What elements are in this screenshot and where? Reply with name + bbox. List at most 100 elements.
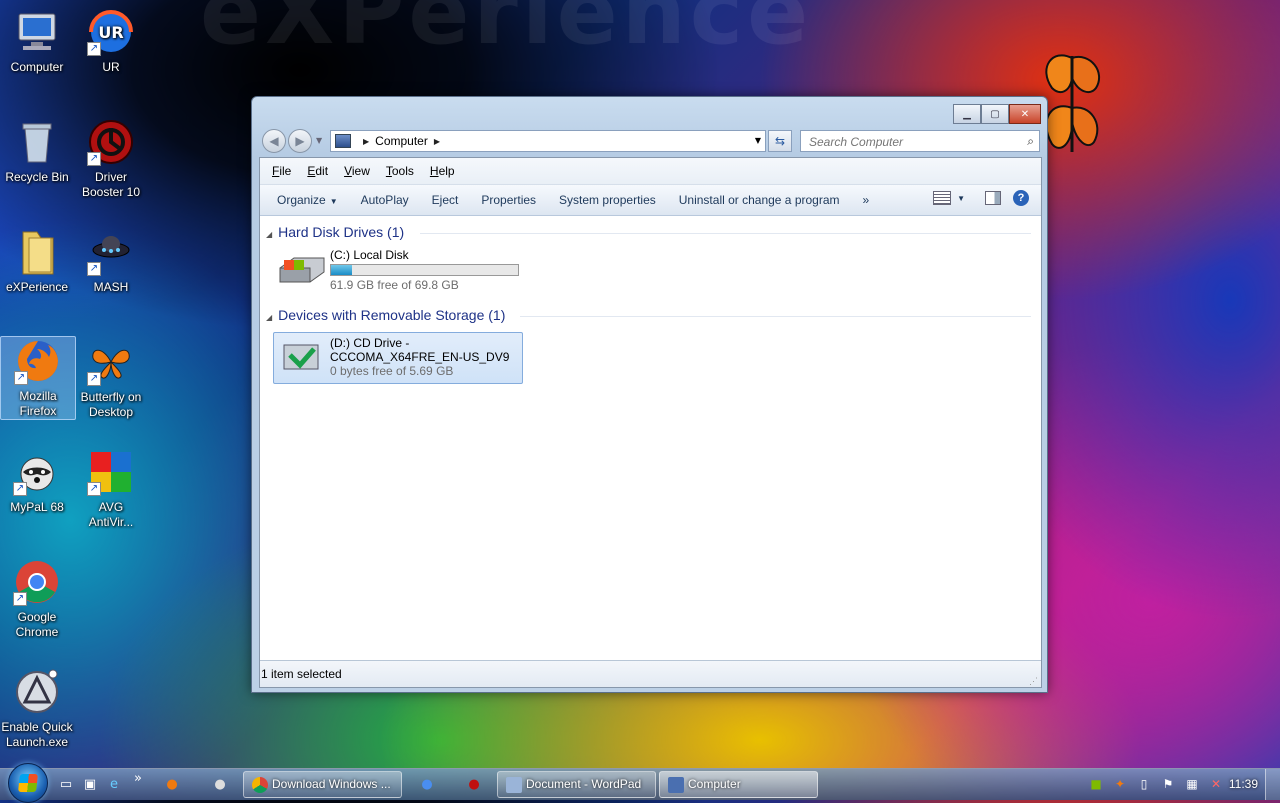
document-tray-icon[interactable]: ▯	[1136, 776, 1152, 792]
desktop-icon-firefox[interactable]: ↗ Mozilla Firefox	[0, 336, 76, 420]
desktop-icon-computer[interactable]: Computer	[0, 8, 74, 75]
autoplay-button[interactable]: AutoPlay	[354, 193, 416, 207]
show-desktop-button[interactable]	[1265, 769, 1280, 800]
uninstall-program-button[interactable]: Uninstall or change a program	[672, 193, 847, 207]
wordpad-icon	[506, 777, 522, 793]
desktop-icon-quick-launch[interactable]: Enable Quick Launch.exe	[0, 668, 74, 750]
group-hard-disk-drives[interactable]: ◢ Hard Disk Drives (1)	[260, 224, 1041, 240]
properties-button[interactable]: Properties	[474, 193, 543, 207]
driver-booster-taskbar-icon[interactable]: ●	[466, 777, 482, 793]
raccoon-taskbar-icon[interactable]: ●	[212, 777, 228, 793]
icon-label: MyPaL 68	[10, 500, 64, 514]
chrome-icon: ↗	[13, 558, 61, 606]
back-button[interactable]: ◀	[262, 129, 286, 153]
maximize-button[interactable]: ▢	[981, 104, 1009, 124]
drive-c[interactable]: (C:) Local Disk 61.9 GB free of 69.8 GB	[276, 248, 536, 292]
address-bar[interactable]: ▶ Computer ▶ ▼	[330, 130, 766, 152]
organize-button[interactable]: Organize ▼	[270, 193, 345, 207]
desktop-icon-avg[interactable]: ↗ AVG AntiVir...	[74, 448, 148, 530]
shortcut-arrow-icon: ↗	[87, 152, 101, 166]
breadcrumb-computer[interactable]: Computer	[375, 134, 428, 148]
breadcrumb-separator-icon: ▶	[363, 136, 370, 146]
clock[interactable]: 11:39	[1229, 769, 1258, 800]
desktop-icon-mypal[interactable]: ↗ MyPaL 68	[0, 448, 74, 515]
system-tray: ■ ✦ ▯ ⚑ ▦ ✕	[1080, 776, 1224, 792]
system-properties-button[interactable]: System properties	[552, 193, 663, 207]
driver-booster-icon: ↗	[87, 118, 135, 166]
hard-drive-icon	[279, 257, 325, 283]
show-desktop-quicklaunch-icon[interactable]: ▭	[58, 777, 74, 793]
drive-d-info: (D:) CD Drive - CCCOMA_X64FRE_EN-US_DV9 …	[330, 336, 509, 378]
task-wordpad[interactable]: Document - WordPad	[497, 771, 656, 798]
drive-volume-label: CCCOMA_X64FRE_EN-US_DV9	[330, 350, 510, 364]
breadcrumb-separator-icon[interactable]: ▶	[434, 137, 440, 146]
shortcut-arrow-icon: ↗	[87, 482, 101, 496]
recent-pages-chevron-icon[interactable]: ▼	[316, 136, 322, 145]
resize-grip-icon[interactable]: ⋰	[1029, 676, 1038, 686]
navigation-bar: ◀ ▶ ▼ ▶ Computer ▶ ▼ ⇆ ⌕	[260, 128, 1040, 154]
menu-file[interactable]: File	[272, 164, 291, 178]
action-center-flag-icon[interactable]: ⚑	[1160, 776, 1176, 792]
icon-label: eXPerience	[5, 280, 69, 294]
desktop-icon-experience[interactable]: eXPerience	[0, 228, 74, 295]
windows-logo-icon	[18, 774, 38, 792]
shortcut-arrow-icon: ↗	[13, 482, 27, 496]
minimize-button[interactable]: ▁	[953, 104, 981, 124]
group-divider	[420, 233, 1031, 234]
group-removable-storage[interactable]: ◢ Devices with Removable Storage (1)	[260, 307, 1041, 323]
quicklaunch-overflow-icon[interactable]: »	[130, 771, 146, 787]
drive-c-info: (C:) Local Disk 61.9 GB free of 69.8 GB	[330, 248, 519, 292]
collapse-triangle-icon[interactable]: ◢	[266, 230, 272, 239]
drive-usage-bar	[330, 264, 519, 276]
organize-label: Organize	[277, 193, 326, 207]
command-bar: Organize ▼ AutoPlay Eject Properties Syst…	[260, 185, 1041, 216]
desktop-icon-recycle-bin[interactable]: Recycle Bin	[0, 118, 74, 185]
tray-app-icon[interactable]: ■	[1088, 776, 1104, 792]
view-options-chevron-icon[interactable]: ▼	[957, 194, 965, 203]
more-commands-button[interactable]: »	[856, 193, 877, 207]
task-computer[interactable]: Computer	[659, 771, 818, 798]
desktop-icon-butterfly[interactable]: ↗ Butterfly on Desktop	[74, 338, 148, 420]
start-button[interactable]	[8, 763, 48, 803]
svg-text:UR: UR	[98, 23, 123, 42]
volume-muted-icon[interactable]: ✕	[1208, 776, 1224, 792]
icon-label: AVG AntiVir...	[88, 500, 134, 529]
internet-explorer-icon[interactable]: e	[106, 777, 122, 793]
search-icon[interactable]: ⌕	[1027, 134, 1034, 149]
back-arrow-icon: ◀	[269, 134, 279, 148]
ur-taskbar-icon[interactable]: ●	[419, 777, 435, 793]
desktop-icon-driver-booster[interactable]: ↗ Driver Booster 10	[74, 118, 148, 200]
desktop-icon-ur[interactable]: UR ↗ UR	[74, 8, 148, 75]
wallpaper-watermark: eXPerience	[200, 0, 813, 65]
menu-view[interactable]: View	[344, 164, 370, 178]
firefox-taskbar-icon[interactable]: ●	[164, 777, 180, 793]
raccoon-icon: ↗	[13, 448, 61, 496]
group-title: Devices with Removable Storage (1)	[278, 307, 506, 323]
refresh-button[interactable]: ⇆	[768, 130, 792, 152]
change-view-icon[interactable]	[933, 191, 952, 205]
menu-help[interactable]: Help	[430, 164, 455, 178]
firefox-icon: ↗	[14, 337, 62, 385]
shortcut-arrow-icon: ↗	[14, 371, 28, 385]
eject-button[interactable]: Eject	[425, 193, 466, 207]
preview-pane-icon[interactable]	[985, 191, 1001, 205]
icon-label: Enable Quick Launch.exe	[1, 720, 73, 749]
desktop-icon-mash[interactable]: ↗ MASH	[74, 228, 148, 295]
collapse-triangle-icon[interactable]: ◢	[266, 313, 272, 322]
butterfly-tray-icon[interactable]: ✦	[1112, 776, 1128, 792]
menu-tools[interactable]: Tools	[386, 164, 414, 178]
address-dropdown-icon[interactable]: ▼	[755, 136, 761, 145]
network-icon[interactable]: ▦	[1184, 776, 1200, 792]
close-button[interactable]: ✕	[1009, 104, 1041, 124]
switch-windows-icon[interactable]: ▣	[82, 777, 98, 793]
task-chrome-download[interactable]: Download Windows ...	[243, 771, 402, 798]
status-bar: 1 item selected ⋰	[260, 660, 1041, 687]
search-input[interactable]	[807, 132, 1021, 152]
desktop-icon-chrome[interactable]: ↗ Google Chrome	[0, 558, 74, 640]
drive-free-space: 0 bytes free of 5.69 GB	[330, 364, 454, 378]
drive-d[interactable]: (D:) CD Drive - CCCOMA_X64FRE_EN-US_DV9 …	[273, 332, 523, 384]
menu-edit[interactable]: Edit	[307, 164, 328, 178]
forward-button[interactable]: ▶	[288, 129, 312, 153]
close-icon: ✕	[1020, 108, 1030, 120]
help-icon[interactable]: ?	[1013, 190, 1029, 206]
